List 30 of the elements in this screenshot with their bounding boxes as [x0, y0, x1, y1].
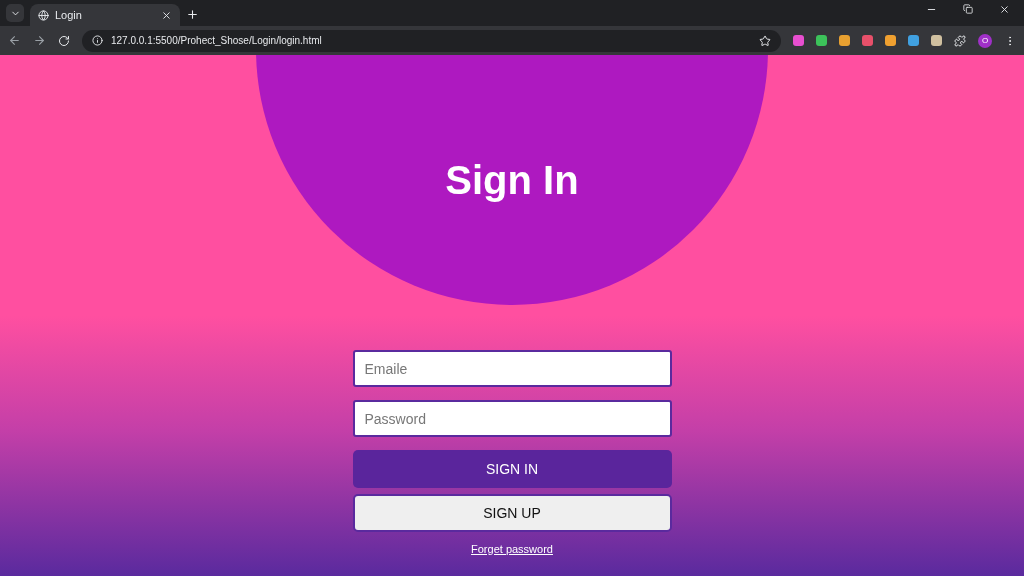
sign-in-button[interactable]: SIGN IN [352, 450, 672, 488]
extension-icon[interactable] [862, 35, 873, 46]
close-icon[interactable] [999, 3, 1010, 15]
page-title: Sign In [445, 158, 579, 203]
input-field[interactable]: Password [352, 400, 672, 437]
address-bar[interactable]: 127.0.0.1:5500/Prohect_Shose/Login/login.html [82, 29, 781, 52]
new-tab-icon[interactable] [186, 8, 199, 21]
forget-password-link[interactable]: Forget password [471, 543, 553, 555]
puzzle-icon[interactable] [954, 34, 966, 47]
sign-up-button[interactable]: SIGN UP [352, 494, 672, 532]
close-icon[interactable] [161, 9, 172, 21]
url-text: 127.0.0.1:5500/Prohect_Shose/Login/login.html [111, 35, 323, 46]
back-icon[interactable] [8, 34, 21, 47]
globe-icon [38, 9, 49, 21]
tab-list-button[interactable] [6, 4, 24, 22]
extension-icon[interactable] [839, 35, 850, 46]
extension-icon[interactable] [908, 35, 919, 46]
restore-icon[interactable] [963, 3, 973, 14]
profile-avatar[interactable]: O [978, 33, 992, 48]
extension-icon[interactable] [931, 35, 942, 46]
forward-icon[interactable] [33, 34, 46, 47]
reload-icon[interactable] [58, 34, 70, 47]
tab-title: Login [55, 9, 83, 21]
info-icon[interactable] [92, 35, 103, 46]
star-icon[interactable] [759, 34, 771, 47]
extension-icon[interactable] [885, 35, 896, 46]
input-field[interactable]: Emaile [352, 350, 672, 387]
extension-icon[interactable] [793, 35, 804, 46]
extension-icon[interactable] [816, 35, 827, 46]
browser-tab[interactable]: Login [30, 4, 180, 26]
